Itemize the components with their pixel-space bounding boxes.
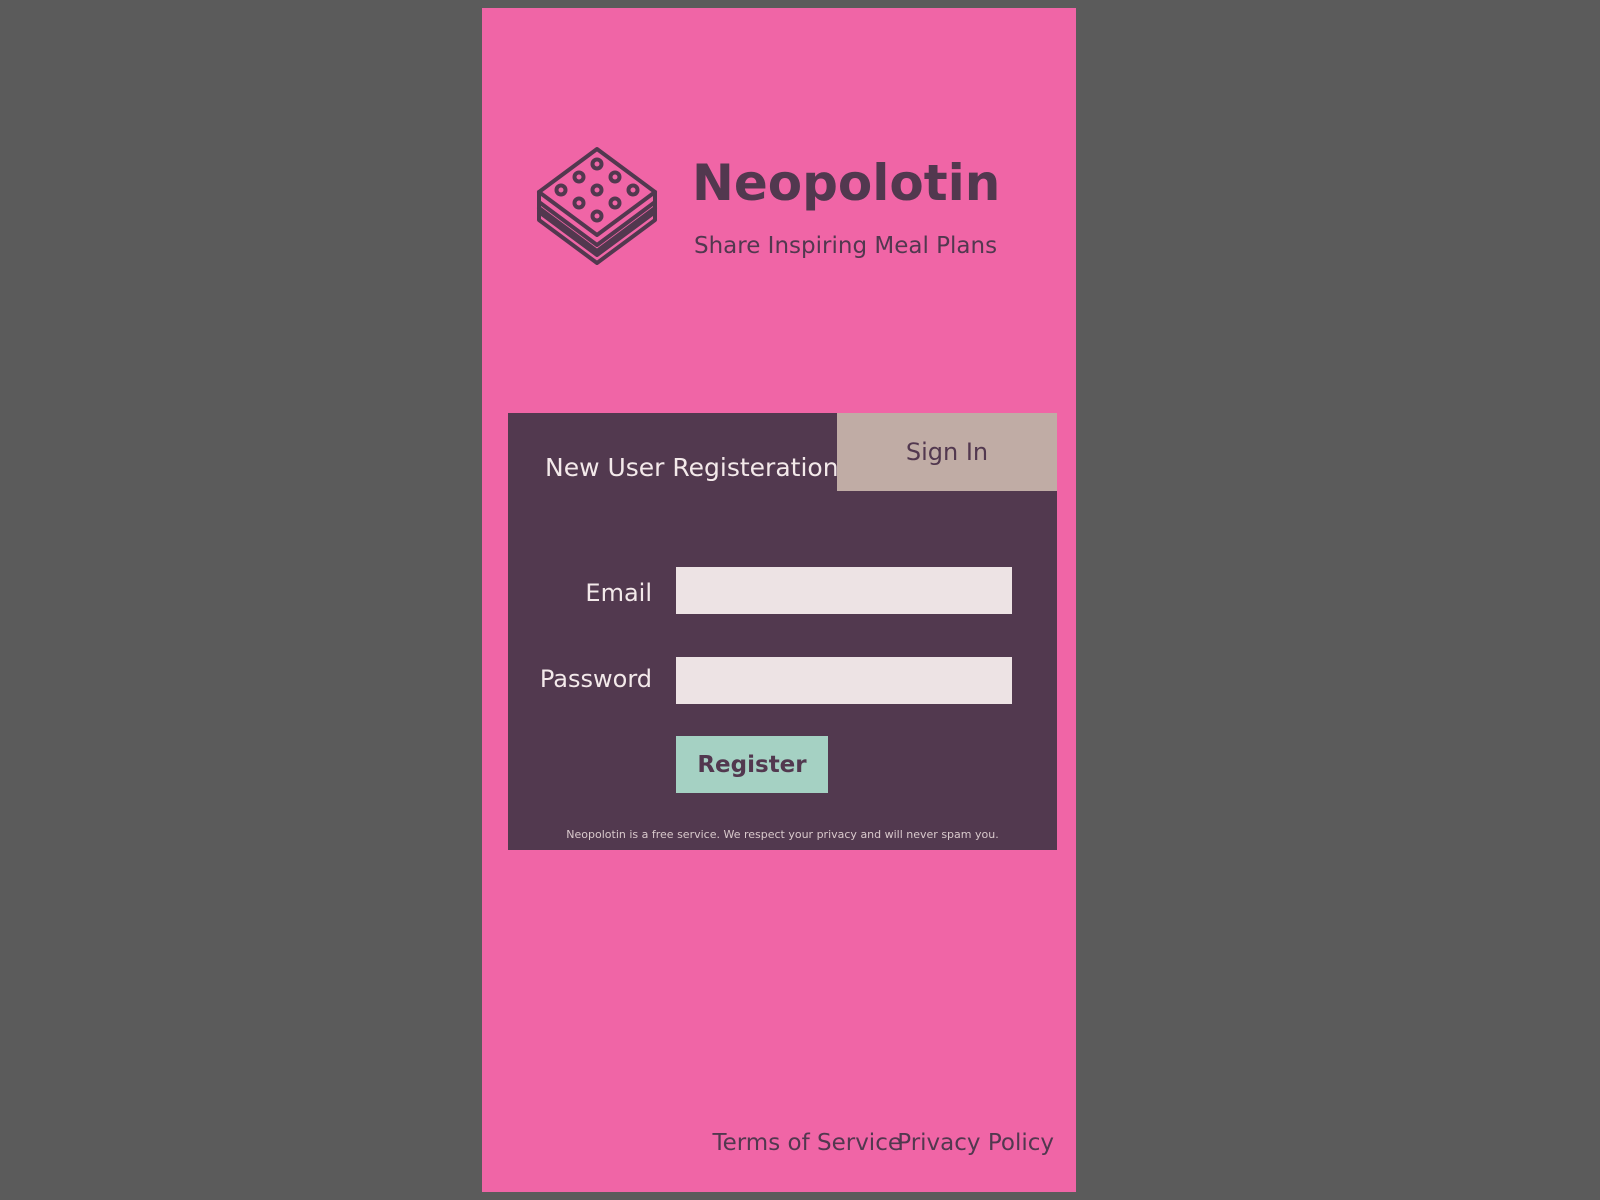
brand-title: Neopolotin — [692, 154, 1001, 212]
password-label: Password — [539, 665, 652, 693]
sandwich-cookie-icon — [537, 147, 657, 265]
terms-of-service-link[interactable]: Terms of Service — [712, 1130, 902, 1156]
email-field[interactable] — [676, 567, 1012, 614]
privacy-policy-link[interactable]: Privacy Policy — [897, 1130, 1054, 1156]
app-screen: Neopolotin Share Inspiring Meal Plans Ne… — [482, 8, 1076, 1192]
email-label: Email — [585, 579, 652, 607]
brand-tagline: Share Inspiring Meal Plans — [694, 233, 998, 259]
auth-card: New User Registeration Sign In Email Pas… — [508, 413, 1057, 850]
password-field[interactable] — [676, 657, 1012, 704]
tab-sign-in[interactable]: Sign In — [837, 413, 1057, 491]
tab-new-user-registration[interactable]: New User Registeration — [545, 453, 839, 482]
register-button[interactable]: Register — [676, 736, 828, 793]
privacy-disclaimer: Neopolotin is a free service. We respect… — [566, 828, 999, 841]
